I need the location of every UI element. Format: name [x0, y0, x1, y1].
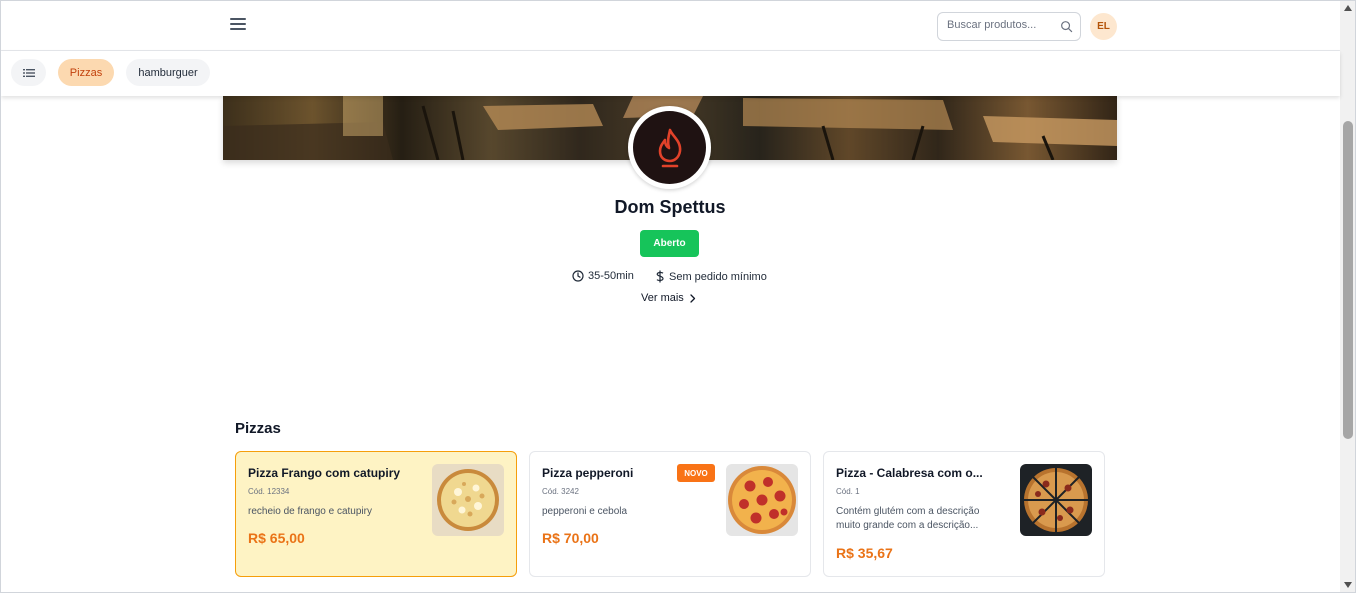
product-code: Cód. 12334	[248, 487, 290, 496]
page-scrollbar[interactable]	[1340, 1, 1355, 592]
product-card[interactable]: Pizza Frango com catupiry Cód. 12334 rec…	[235, 451, 517, 577]
store-status-badge: Aberto	[640, 230, 699, 257]
delivery-time-text: 35-50min	[588, 270, 634, 282]
scroll-down-arrow[interactable]	[1344, 582, 1352, 588]
clock-icon	[572, 270, 584, 282]
scroll-thumb[interactable]	[1343, 121, 1353, 439]
pizza-calabresa-image	[1020, 464, 1092, 536]
product-description: pepperoni e cebola	[542, 506, 628, 517]
category-chip-hamburguer[interactable]: hamburguer	[126, 59, 210, 86]
product-description: recheio de frango e catupiry	[248, 506, 372, 517]
search-icon[interactable]	[1060, 20, 1073, 33]
top-bar: EL	[1, 1, 1340, 51]
category-bar: Pizzas hamburguer	[1, 51, 1340, 96]
store-name: Dom Spettus	[614, 197, 726, 217]
product-code: Cód. 3242	[542, 487, 579, 496]
product-price: R$ 65,00	[248, 530, 305, 546]
pizza-pepperoni-image	[726, 464, 798, 536]
product-price: R$ 35,67	[836, 545, 893, 561]
app-window: EL Pizzas hamburguer	[0, 0, 1356, 593]
category-chip-pizzas[interactable]: Pizzas	[58, 59, 114, 86]
search-box[interactable]	[937, 12, 1081, 41]
pizza-chicken-image	[432, 464, 504, 536]
delivery-time: 35-50min	[572, 270, 634, 282]
see-more-label: Ver mais	[641, 292, 684, 304]
menu-icon[interactable]	[230, 18, 246, 32]
minimum-order-text: Sem pedido mínimo	[669, 270, 767, 283]
minimum-order: Sem pedido mínimo	[655, 270, 767, 283]
new-badge: NOVO	[677, 464, 715, 482]
product-card[interactable]: Pizza - Calabresa com o... Cód. 1 Contém…	[823, 451, 1105, 577]
flame-icon	[658, 128, 681, 167]
product-code: Cód. 1	[836, 487, 860, 496]
category-list-button[interactable]	[11, 59, 46, 86]
see-more-link[interactable]: Ver mais	[641, 292, 696, 304]
store-logo	[628, 106, 711, 189]
product-price: R$ 70,00	[542, 530, 599, 546]
product-name: Pizza Frango com catupiry	[248, 466, 401, 480]
dollar-icon	[656, 270, 664, 283]
scroll-up-arrow[interactable]	[1344, 5, 1352, 11]
list-icon	[22, 68, 35, 77]
product-name: Pizza pepperoni	[542, 466, 634, 480]
section-title: Pizzas	[235, 420, 281, 437]
chevron-right-icon	[690, 293, 695, 303]
search-input[interactable]	[947, 19, 1057, 31]
user-avatar[interactable]: EL	[1090, 13, 1117, 40]
product-card[interactable]: Pizza pepperoni NOVO Cód. 3242 pepperoni…	[529, 451, 811, 577]
product-description: Contém glutém com a descrição muito gran…	[836, 506, 980, 531]
product-name: Pizza - Calabresa com o...	[836, 466, 983, 480]
